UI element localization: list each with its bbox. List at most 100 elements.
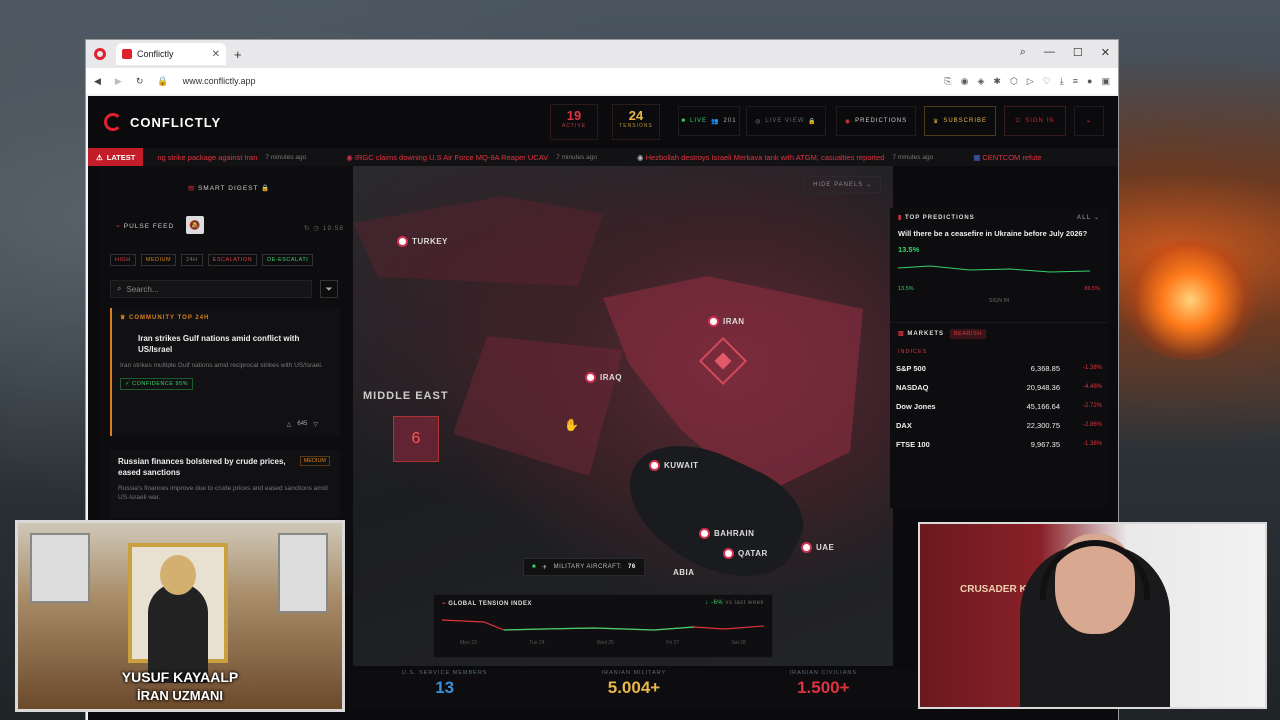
conflict-map[interactable]: TURKEY IRAN IRAQ KUWAIT BAHRAIN QATAR UA…: [353, 166, 893, 666]
tensions-count: 24: [628, 108, 644, 123]
location-pin-icon: [585, 372, 596, 383]
event-cluster[interactable]: 6: [393, 416, 439, 462]
prediction-high: 86.5%: [1084, 285, 1100, 292]
cluster-count: 6: [411, 430, 421, 447]
browser-tabbar: Conflictly ✕ + ⌕ — ☐ ✕: [86, 40, 1118, 68]
map-marker-iran[interactable]: IRAN: [708, 316, 745, 327]
live-indicator[interactable]: ■ LIVE 👥 201: [678, 106, 740, 136]
predictions-button[interactable]: ◉ PREDICTIONS: [836, 106, 916, 136]
feed-card[interactable]: Russian finances bolstered by crude pric…: [110, 450, 340, 518]
filter-24h[interactable]: 24H: [181, 254, 203, 266]
map-marker-uae[interactable]: UAE: [801, 542, 834, 553]
active-counter[interactable]: 19 ACTIVE: [550, 104, 598, 140]
brand-logo-icon[interactable]: [104, 113, 122, 131]
map-marker-kuwait[interactable]: KUWAIT: [649, 460, 699, 471]
market-row[interactable]: DAX 22,300.75 -2.86%: [890, 416, 1108, 435]
smart-digest-tab[interactable]: ▤ SMART DIGEST 🔒: [188, 184, 270, 192]
vote-count: 645: [297, 421, 308, 427]
location-pin-icon: [699, 528, 710, 539]
window-blinds: [30, 533, 90, 603]
brand-name[interactable]: CONFLICTLY: [130, 115, 221, 130]
map-marker-turkey[interactable]: TURKEY: [397, 236, 448, 247]
market-row[interactable]: S&P 500 6,368.85 -1.38%: [890, 359, 1108, 378]
hide-panels-button[interactable]: HIDE PANELS ⌄: [804, 176, 881, 193]
iraq-region[interactable]: [453, 336, 623, 476]
market-row[interactable]: Dow Jones 45,166.64 -2.72%: [890, 397, 1108, 416]
upvote-icon[interactable]: △: [287, 421, 292, 428]
downvote-icon[interactable]: ▽: [313, 421, 318, 428]
ticker-item[interactable]: ▦ CENTCOM refute: [973, 153, 1041, 162]
market-row[interactable]: NASDAQ 20,948.36 -4.48%: [890, 378, 1108, 397]
refresh-icon: ↻ ◷: [304, 225, 323, 232]
heart-icon[interactable]: ♡: [1043, 76, 1051, 87]
turkey-region[interactable]: [353, 196, 603, 286]
activity-button[interactable]: ⌁: [1074, 106, 1104, 136]
camera-icon[interactable]: ◉: [961, 76, 969, 87]
tab-close-icon[interactable]: ✕: [212, 49, 220, 60]
stat-us-service: U.S. SERVICE MEMBERS 13: [350, 670, 539, 710]
menu-icon[interactable]: ≡: [1073, 76, 1078, 87]
pulse-feed-tab[interactable]: ⌁ PULSE FEED: [116, 222, 174, 230]
filter-high[interactable]: HIGH: [110, 254, 136, 266]
download-icon[interactable]: ⤓: [1060, 76, 1064, 87]
status-dot-icon: ■: [532, 564, 537, 570]
subscribe-button[interactable]: ♛ SUBSCRIBE: [924, 106, 996, 136]
filter-icon[interactable]: ⏷: [320, 280, 338, 298]
new-tab-icon[interactable]: +: [234, 47, 242, 62]
share-icon[interactable]: ⎘: [944, 76, 951, 87]
military-aircraft-toggle[interactable]: ■ ✈ MILITARY AIRCRAFT: 76: [523, 558, 645, 576]
back-icon[interactable]: ◀: [94, 76, 101, 87]
close-window-icon[interactable]: ✕: [1101, 46, 1110, 59]
mute-button-icon[interactable]: 🔕: [186, 216, 204, 234]
window-blinds: [278, 533, 328, 613]
forward-icon[interactable]: ▶: [115, 76, 122, 87]
prediction-question[interactable]: Will there be a ceasefire in Ukraine bef…: [890, 227, 1108, 241]
prediction-sign-in[interactable]: SIGN IN: [890, 298, 1108, 304]
filter-escalation[interactable]: ESCALATION: [207, 254, 258, 266]
cube-icon[interactable]: ▣: [1101, 76, 1110, 87]
sign-in-button[interactable]: ⏻ SIGN IN: [1004, 106, 1066, 136]
play-icon[interactable]: ▷: [1027, 76, 1034, 87]
live-dot-icon: ■: [681, 118, 687, 124]
ticker-item[interactable]: ng strike package against Iran: [157, 153, 257, 162]
tension-index-panel[interactable]: ⌁ GLOBAL TENSION INDEX ↓ -6% vs last wee…: [433, 594, 773, 658]
reload-icon[interactable]: ↻: [136, 76, 144, 87]
map-marker-iraq[interactable]: IRAQ: [585, 372, 622, 383]
shield-icon[interactable]: ◈: [977, 76, 984, 87]
extensions-icon[interactable]: ✱: [993, 76, 1001, 87]
tensions-label: TENSIONS: [619, 123, 653, 129]
ticker-time: 7 minutes ago: [892, 153, 934, 161]
wallet-icon[interactable]: ⬡: [1010, 76, 1018, 87]
avatar-figure: [148, 583, 208, 683]
maximize-icon[interactable]: ☐: [1073, 46, 1083, 59]
tensions-counter[interactable]: 24 TENSIONS: [612, 104, 660, 140]
filter-medium[interactable]: MEDIUM: [140, 254, 177, 266]
filter-chips: HIGH MEDIUM 24H ESCALATION DE-ESCALATI: [110, 254, 314, 266]
lebanon-flag-icon: ◉: [637, 152, 646, 162]
live-view-button[interactable]: ◍ LIVE VIEW 🔒: [746, 106, 826, 136]
search-input[interactable]: ⌕ Search...: [110, 280, 312, 298]
casualty-stats-bar: U.S. SERVICE MEMBERS 13 IRANIAN MILITARY…: [350, 670, 918, 710]
search-icon[interactable]: ⌕: [1020, 46, 1026, 59]
minimize-icon[interactable]: —: [1044, 46, 1055, 59]
location-pin-icon: [723, 548, 734, 559]
predictions-all-filter[interactable]: ALL ⌄: [1077, 214, 1100, 221]
market-row[interactable]: FTSE 100 9,967.35 -1.38%: [890, 435, 1108, 454]
url-field[interactable]: www.conflictly.app: [183, 76, 256, 86]
crown-icon: ♛: [932, 118, 940, 125]
card-title[interactable]: Russian finances bolstered by crude pric…: [118, 456, 298, 478]
refresh-time[interactable]: ↻ ◷ 19:58: [304, 224, 344, 232]
opera-logo-icon[interactable]: [94, 48, 106, 60]
profile-icon[interactable]: ●: [1087, 76, 1092, 87]
feed-card-top[interactable]: ♛ COMMUNITY TOP 24H Iran strikes Gulf na…: [110, 308, 340, 436]
digest-icon: ▤: [188, 185, 198, 192]
map-label-arabia: ABIA: [673, 568, 695, 577]
map-marker-bahrain[interactable]: BAHRAIN: [699, 528, 754, 539]
prediction-sparkline: [897, 265, 1091, 273]
ticker-item[interactable]: ◉ Hezbollah destroys Israeli Merkava tan…: [637, 153, 884, 162]
ticker-item[interactable]: ◉ IRGC claims downing U.S Air Force MQ-9…: [346, 153, 548, 162]
filter-de-escalation[interactable]: DE-ESCALATI: [262, 254, 314, 266]
card-title[interactable]: Iran strikes Gulf nations amid conflict …: [120, 333, 332, 355]
browser-tab[interactable]: Conflictly ✕: [116, 43, 226, 65]
map-marker-qatar[interactable]: QATAR: [723, 548, 768, 559]
